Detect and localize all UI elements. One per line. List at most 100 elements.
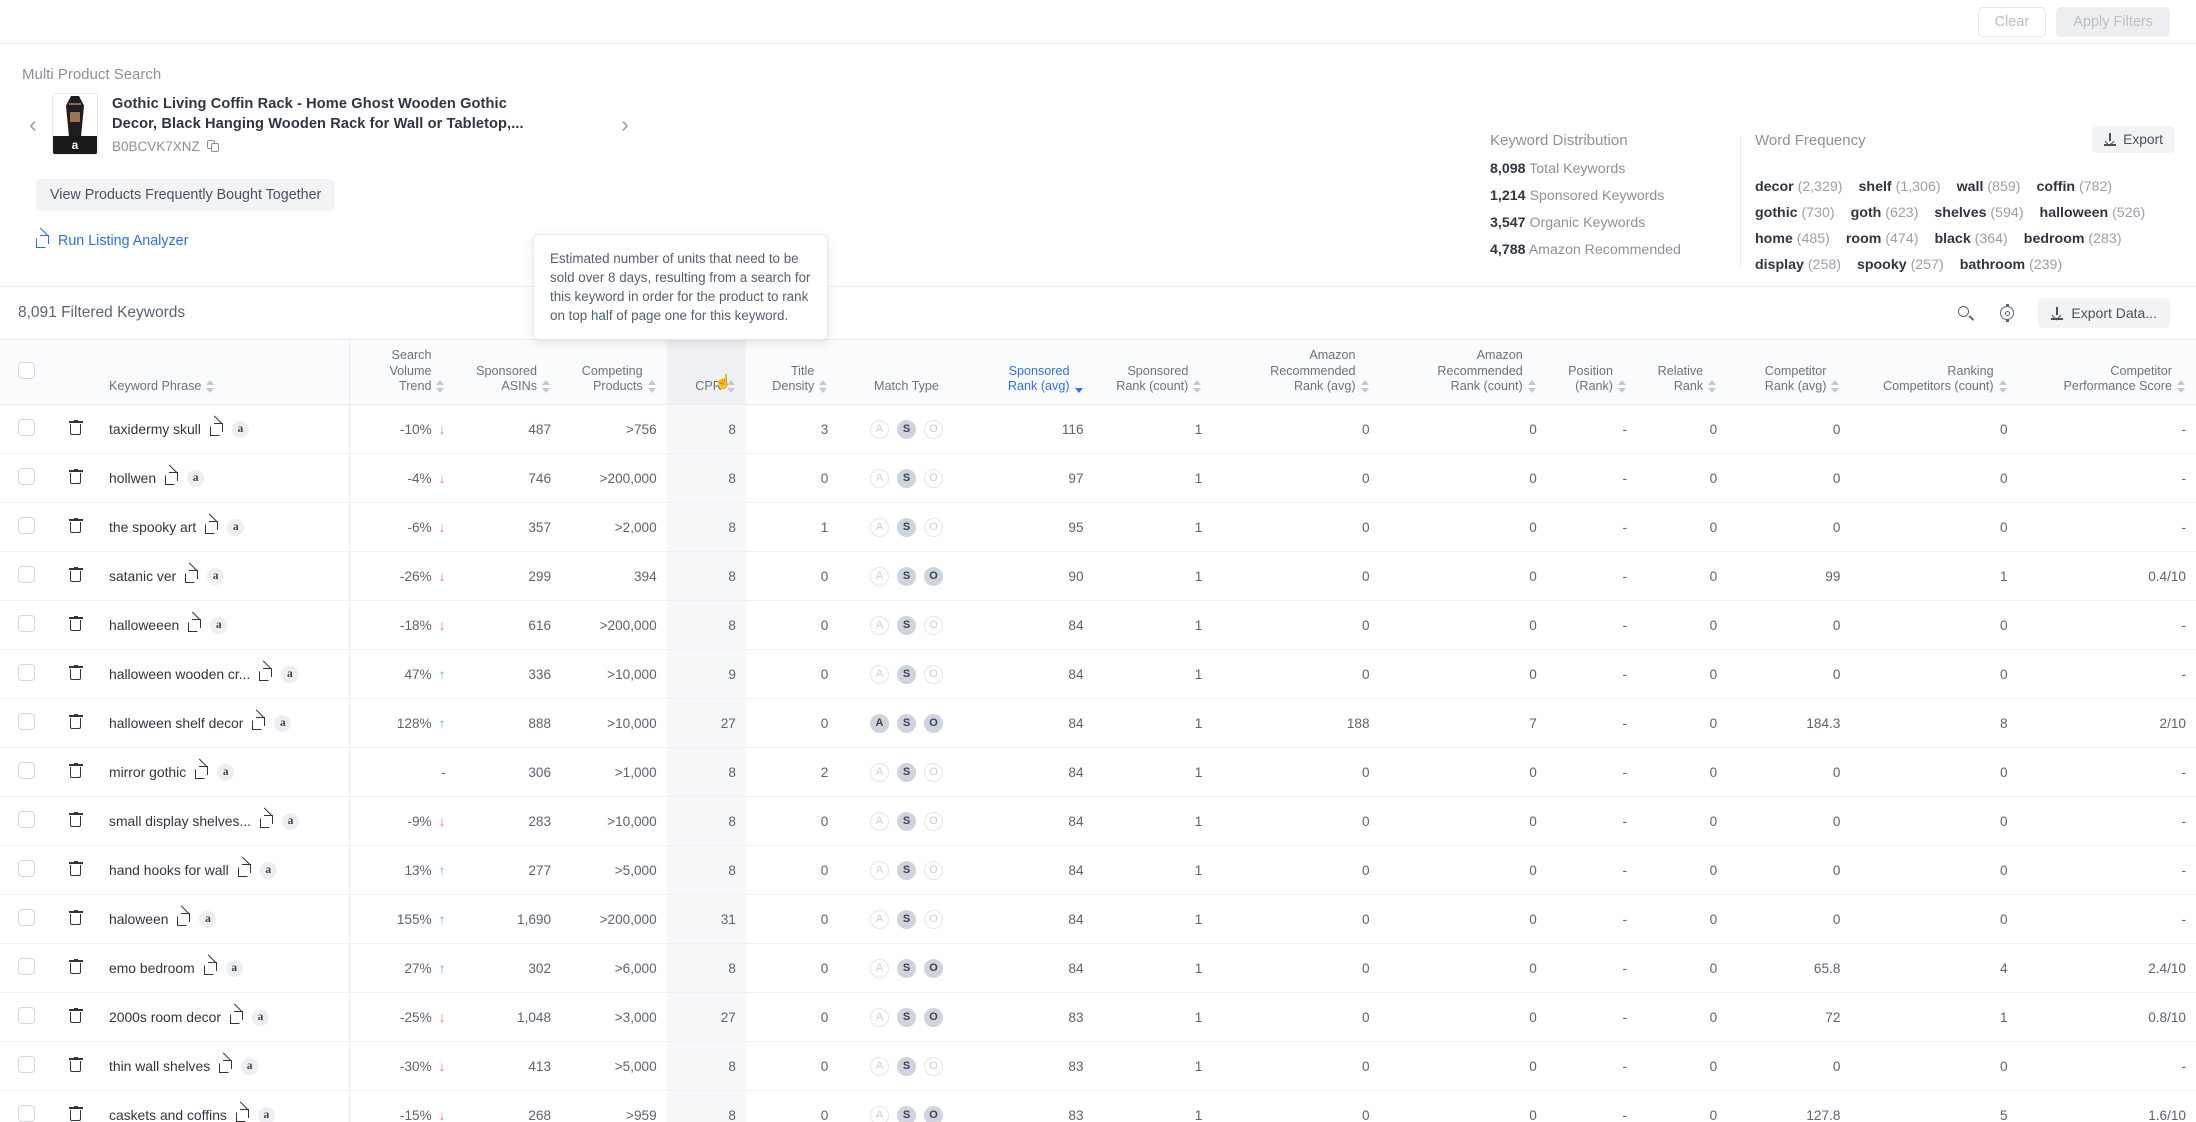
table-row[interactable]: haloweena155%↑1,690>200,000310ASO84100-0… (0, 895, 2196, 944)
sort-icon[interactable] (1361, 378, 1370, 395)
column-header-relrank[interactable]: RelativeRank (1637, 340, 1727, 405)
column-header-position[interactable]: Position(Rank) (1547, 340, 1637, 405)
row-checkbox[interactable] (18, 1007, 35, 1024)
table-row[interactable]: mirror gothica-306>1,00082ASO84100-000- (0, 748, 2196, 797)
row-checkbox[interactable] (18, 419, 35, 436)
word-frequency-item[interactable]: coffin (782) (2036, 179, 2112, 195)
external-link-icon[interactable] (219, 1060, 232, 1073)
word-frequency-item[interactable]: goth (623) (1851, 205, 1919, 221)
row-checkbox[interactable] (18, 860, 35, 877)
trash-icon[interactable] (69, 959, 83, 975)
amazon-link-icon[interactable]: a (281, 666, 298, 683)
row-checkbox[interactable] (18, 909, 35, 926)
sort-icon[interactable] (436, 378, 445, 395)
sort-icon[interactable] (1193, 378, 1202, 395)
table-row[interactable]: 2000s room decora-25%↓1,048>3,000270ASO8… (0, 993, 2196, 1042)
column-header-delete[interactable] (53, 340, 99, 405)
table-row[interactable]: hollwena-4%↓746>200,00080ASO97100-000- (0, 454, 2196, 503)
column-header-rankcomp[interactable]: RankingCompetitors (count) (1850, 340, 2017, 405)
sort-icon[interactable] (1708, 378, 1717, 395)
column-header-svt[interactable]: SearchVolume Trend (350, 340, 456, 405)
keywords-table-container[interactable]: Keyword PhraseSearchVolume TrendSponsore… (0, 339, 2196, 1122)
word-frequency-item[interactable]: bedroom (283) (2024, 231, 2122, 247)
view-frequently-bought-together-button[interactable]: View Products Frequently Bought Together (36, 179, 335, 211)
amazon-link-icon[interactable]: a (232, 421, 249, 438)
row-checkbox[interactable] (18, 1056, 35, 1073)
amazon-link-icon[interactable]: a (226, 960, 243, 977)
trash-icon[interactable] (69, 910, 83, 926)
trash-icon[interactable] (69, 1106, 83, 1122)
amazon-link-icon[interactable]: a (187, 470, 204, 487)
amazon-link-icon[interactable]: a (199, 911, 216, 928)
sort-icon[interactable] (1075, 378, 1084, 395)
trash-icon[interactable] (69, 861, 83, 877)
column-header-cprod[interactable]: CompetingProducts (561, 340, 667, 405)
external-link-icon[interactable] (236, 1109, 249, 1122)
search-icon[interactable] (1954, 302, 1976, 324)
word-frequency-item[interactable]: black (364) (1934, 231, 2007, 247)
row-checkbox[interactable] (18, 468, 35, 485)
word-frequency-item[interactable]: spooky (257) (1857, 257, 1944, 273)
table-row[interactable]: the spooky arta-6%↓357>2,00081ASO95100-0… (0, 503, 2196, 552)
select-all-checkbox[interactable] (18, 362, 35, 379)
row-checkbox[interactable] (18, 1105, 35, 1122)
external-link-icon[interactable] (238, 864, 251, 877)
external-link-icon[interactable] (195, 766, 208, 779)
column-header-sasins[interactable]: SponsoredASINs (455, 340, 561, 405)
sort-icon[interactable] (1999, 378, 2008, 395)
word-frequency-item[interactable]: halloween (526) (2040, 205, 2146, 221)
table-row[interactable]: satanic vera-26%↓29939480ASO90100-09910.… (0, 552, 2196, 601)
row-checkbox[interactable] (18, 811, 35, 828)
amazon-link-icon[interactable]: a (282, 813, 299, 830)
sort-icon[interactable] (1831, 378, 1840, 395)
external-link-icon[interactable] (210, 423, 223, 436)
sort-icon[interactable] (206, 378, 215, 395)
trash-icon[interactable] (69, 714, 83, 730)
trash-icon[interactable] (69, 616, 83, 632)
sort-icon[interactable] (2177, 378, 2186, 395)
column-header-arankcnt[interactable]: Amazon RecommendedRank (count) (1380, 340, 1547, 405)
column-header-phrase[interactable]: Keyword Phrase (99, 340, 350, 405)
external-link-icon[interactable] (252, 717, 265, 730)
column-header-checkbox[interactable] (0, 340, 53, 405)
sort-icon[interactable] (542, 378, 551, 395)
word-frequency-item[interactable]: bathroom (239) (1960, 257, 2062, 273)
trash-icon[interactable] (69, 812, 83, 828)
amazon-link-icon[interactable]: a (274, 715, 291, 732)
table-row[interactable]: halloween shelf decora128%↑888>10,000270… (0, 699, 2196, 748)
amazon-link-icon[interactable]: a (252, 1009, 269, 1026)
trash-icon[interactable] (69, 665, 83, 681)
word-frequency-item[interactable]: display (258) (1755, 257, 1841, 273)
external-link-icon[interactable] (177, 913, 190, 926)
export-data-button[interactable]: Export Data... (2038, 298, 2170, 328)
row-checkbox[interactable] (18, 762, 35, 779)
sort-icon[interactable] (648, 378, 657, 395)
trash-icon[interactable] (69, 567, 83, 583)
gear-icon[interactable] (1996, 302, 2018, 324)
word-frequency-item[interactable]: room (474) (1846, 231, 1919, 247)
row-checkbox[interactable] (18, 615, 35, 632)
amazon-link-icon[interactable]: a (207, 568, 224, 585)
column-header-comprank[interactable]: CompetitorRank (avg) (1727, 340, 1850, 405)
sort-icon[interactable] (1618, 378, 1627, 395)
external-link-icon[interactable] (205, 521, 218, 534)
prev-product-arrow-icon[interactable]: ‹ (18, 104, 48, 144)
clear-button[interactable]: Clear (1978, 7, 2047, 37)
trash-icon[interactable] (69, 420, 83, 436)
external-link-icon[interactable] (260, 815, 273, 828)
external-link-icon[interactable] (259, 668, 272, 681)
word-frequency-item[interactable]: gothic (730) (1755, 205, 1835, 221)
table-row[interactable]: halloween wooden cr...a47%↑336>10,00090A… (0, 650, 2196, 699)
column-header-srankcnt[interactable]: SponsoredRank (count) (1094, 340, 1213, 405)
word-frequency-item[interactable]: shelf (1,306) (1859, 179, 1941, 195)
trash-icon[interactable] (69, 469, 83, 485)
column-header-match[interactable]: Match Type (838, 340, 974, 405)
trash-icon[interactable] (69, 763, 83, 779)
amazon-link-icon[interactable]: a (258, 1107, 275, 1122)
table-row[interactable]: small display shelves...a-9%↓283>10,0008… (0, 797, 2196, 846)
table-row[interactable]: halloweeena-18%↓616>200,00080ASO84100-00… (0, 601, 2196, 650)
external-link-icon[interactable] (204, 962, 217, 975)
table-row[interactable]: taxidermy skulla-10%↓487>75683ASO116100-… (0, 405, 2196, 454)
row-checkbox[interactable] (18, 517, 35, 534)
trash-icon[interactable] (69, 1057, 83, 1073)
